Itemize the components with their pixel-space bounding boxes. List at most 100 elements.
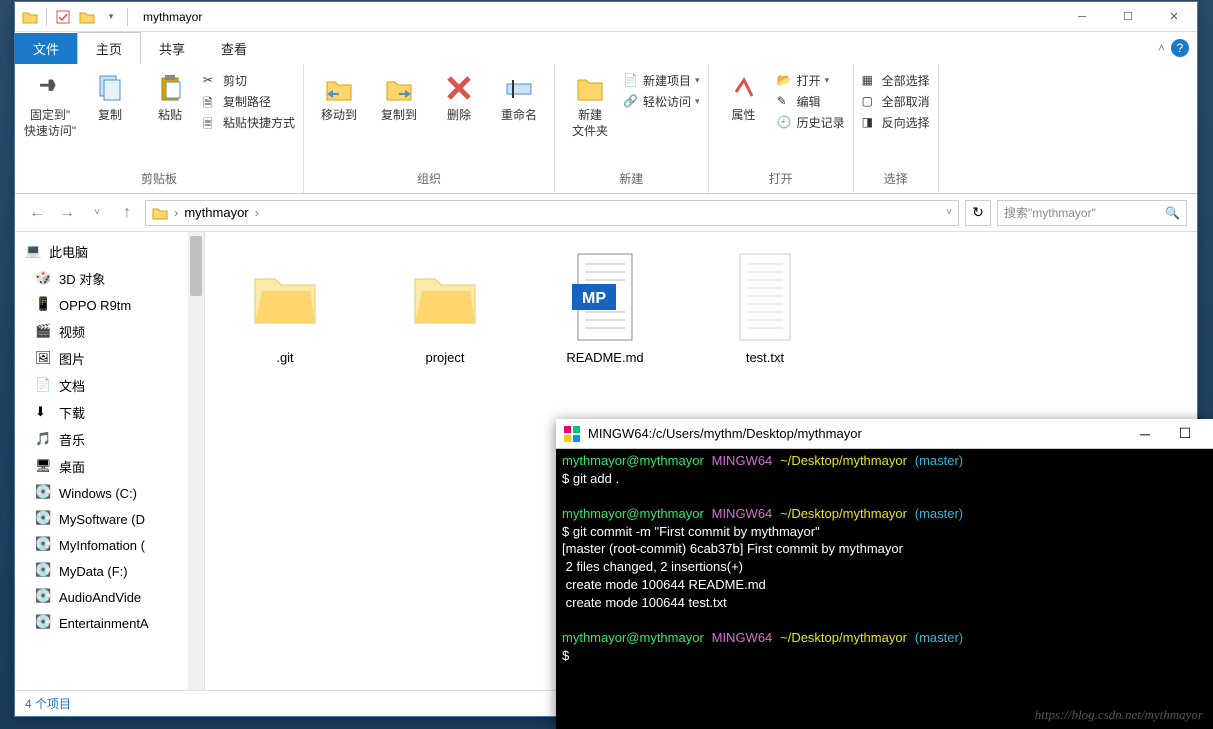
ribbon-group-clipboard: 固定到" 快速访问" 复制 粘贴 ✂剪切 🗎复制路径 🗏粘贴快捷方式 剪贴板 (15, 64, 304, 193)
separator (127, 8, 128, 26)
minimize-button[interactable]: ─ (1059, 2, 1105, 32)
paste-label: 粘贴 (158, 108, 182, 124)
refresh-button[interactable]: ↻ (965, 200, 991, 226)
newitem-icon: 📄 (623, 73, 639, 89)
maximize-button[interactable]: ☐ (1165, 419, 1205, 449)
tab-share[interactable]: 共享 (141, 33, 203, 64)
file-item-project[interactable]: project (395, 252, 495, 365)
rename-button[interactable]: 重命名 (492, 68, 546, 124)
minimize-button[interactable]: ─ (1125, 419, 1165, 449)
sidebar-item[interactable]: 💽EntertainmentA (15, 610, 204, 636)
sidebar-item[interactable]: 💽MyData (F:) (15, 558, 204, 584)
properties-button[interactable]: 属性 (717, 68, 771, 124)
phone-icon: 📱 (35, 296, 53, 314)
history-icon: 🕘 (777, 115, 793, 131)
drive-icon: 💽 (35, 588, 53, 606)
sidebar-item[interactable]: 📄文档 (15, 372, 204, 399)
paste-button[interactable]: 粘贴 (143, 68, 197, 124)
sidebar-item[interactable]: 🎵音乐 (15, 426, 204, 453)
ribbon: 固定到" 快速访问" 复制 粘贴 ✂剪切 🗎复制路径 🗏粘贴快捷方式 剪贴板 (15, 64, 1197, 194)
group-label: 剪贴板 (23, 168, 295, 189)
copypath-button[interactable]: 🗎复制路径 (203, 93, 295, 110)
sidebar-item[interactable]: 🎬视频 (15, 318, 204, 345)
folder-icon (152, 206, 168, 220)
cut-button[interactable]: ✂剪切 (203, 72, 295, 89)
sidebar-item[interactable]: 💽MyInfomation ( (15, 532, 204, 558)
paste-icon (154, 72, 186, 104)
delete-button[interactable]: 删除 (432, 68, 486, 124)
copyto-icon (383, 72, 415, 104)
markdown-icon: MP (565, 252, 645, 342)
up-button[interactable]: ↑ (115, 201, 139, 225)
ribbon-group-open: 属性 📂打开 ▾ ✎编辑 🕘历史记录 打开 (709, 64, 854, 193)
dropdown-icon[interactable]: ˅ (946, 207, 952, 218)
checkbox-icon[interactable] (52, 6, 74, 28)
close-button[interactable]: ✕ (1151, 2, 1197, 32)
copyto-button[interactable]: 复制到 (372, 68, 426, 124)
recent-dropdown[interactable]: ˅ (85, 201, 109, 225)
open-button[interactable]: 📂打开 ▾ (777, 72, 845, 89)
copy-icon (94, 72, 126, 104)
sidebar-thispc[interactable]: 💻 此电脑 (15, 238, 204, 265)
history-button[interactable]: 🕘历史记录 (777, 114, 845, 131)
3d-icon: 🎲 (35, 270, 53, 288)
sidebar-item[interactable]: 🖼图片 (15, 345, 204, 372)
maximize-button[interactable]: ☐ (1105, 2, 1151, 32)
pin-label: 固定到" 快速访问" (24, 108, 76, 139)
back-button[interactable]: ← (25, 201, 49, 225)
sidebar-item[interactable]: 💽MySoftware (D (15, 506, 204, 532)
folder-icon[interactable] (19, 6, 41, 28)
invert-icon: ◨ (862, 115, 878, 131)
pc-icon: 💻 (25, 243, 43, 261)
invert-button[interactable]: ◨反向选择 (862, 114, 930, 131)
pasteshortcut-button[interactable]: 🗏粘贴快捷方式 (203, 114, 295, 131)
tab-view[interactable]: 查看 (203, 33, 265, 64)
help-icon[interactable]: ? (1171, 39, 1189, 57)
text-icon (725, 252, 805, 342)
ribbon-group-select: ▦全部选择 ▢全部取消 ◨反向选择 选择 (854, 64, 939, 193)
sidebar[interactable]: 💻 此电脑 🎲3D 对象 📱OPPO R9tm 🎬视频 🖼图片 📄文档 ⬇下载 … (15, 232, 205, 690)
selectall-button[interactable]: ▦全部选择 (862, 72, 930, 89)
newitem-button[interactable]: 📄新建项目 ▾ (623, 72, 700, 89)
folder-icon (245, 252, 325, 342)
window-controls: ─ ☐ ✕ (1059, 2, 1197, 32)
drive-icon: 💽 (35, 562, 53, 580)
search-icon: 🔍 (1165, 206, 1180, 220)
easyaccess-icon: 🔗 (623, 94, 639, 110)
tab-home[interactable]: 主页 (77, 32, 141, 64)
sidebar-item[interactable]: 💽AudioAndVide (15, 584, 204, 610)
selectnone-button[interactable]: ▢全部取消 (862, 93, 930, 110)
dropdown-icon[interactable]: ▾ (100, 6, 122, 28)
newfolder-button[interactable]: 新建 文件夹 (563, 68, 617, 139)
sidebar-item[interactable]: 📱OPPO R9tm (15, 292, 204, 318)
scrollbar-thumb[interactable] (190, 236, 202, 296)
moveto-button[interactable]: 移动到 (312, 68, 366, 124)
sidebar-item[interactable]: ⬇下载 (15, 399, 204, 426)
chevron-up-icon[interactable]: ˄ (1158, 41, 1165, 55)
drive-icon: 💽 (35, 484, 53, 502)
shortcut-icon: 🗏 (203, 115, 219, 131)
forward-button[interactable]: → (55, 201, 79, 225)
file-item-test[interactable]: test.txt (715, 252, 815, 365)
file-item-readme[interactable]: MP README.md (555, 252, 655, 365)
sidebar-item[interactable]: 🎲3D 对象 (15, 265, 204, 292)
terminal-body[interactable]: mythmayor@mythmayor MINGW64 ~/Desktop/my… (556, 449, 1213, 670)
music-icon: 🎵 (35, 431, 53, 449)
easyaccess-button[interactable]: 🔗轻松访问 ▾ (623, 93, 700, 110)
chevron-right-icon: › (174, 205, 178, 220)
file-item-git[interactable]: .git (235, 252, 335, 365)
edit-icon: ✎ (777, 94, 793, 110)
scrollbar[interactable] (188, 232, 204, 690)
edit-button[interactable]: ✎编辑 (777, 93, 845, 110)
newfolder-icon (574, 72, 606, 104)
copy-button[interactable]: 复制 (83, 68, 137, 124)
pin-button[interactable]: 固定到" 快速访问" (23, 68, 77, 139)
downloads-icon: ⬇ (35, 404, 53, 422)
sidebar-item[interactable]: 💽Windows (C:) (15, 480, 204, 506)
search-input[interactable]: 搜索"mythmayor" 🔍 (997, 200, 1187, 226)
address-input[interactable]: › mythmayor › ˅ (145, 200, 959, 226)
breadcrumb-item[interactable]: mythmayor (184, 205, 248, 220)
folder2-icon[interactable] (76, 6, 98, 28)
tab-file[interactable]: 文件 (15, 33, 77, 64)
sidebar-item[interactable]: 🖥桌面 (15, 453, 204, 480)
